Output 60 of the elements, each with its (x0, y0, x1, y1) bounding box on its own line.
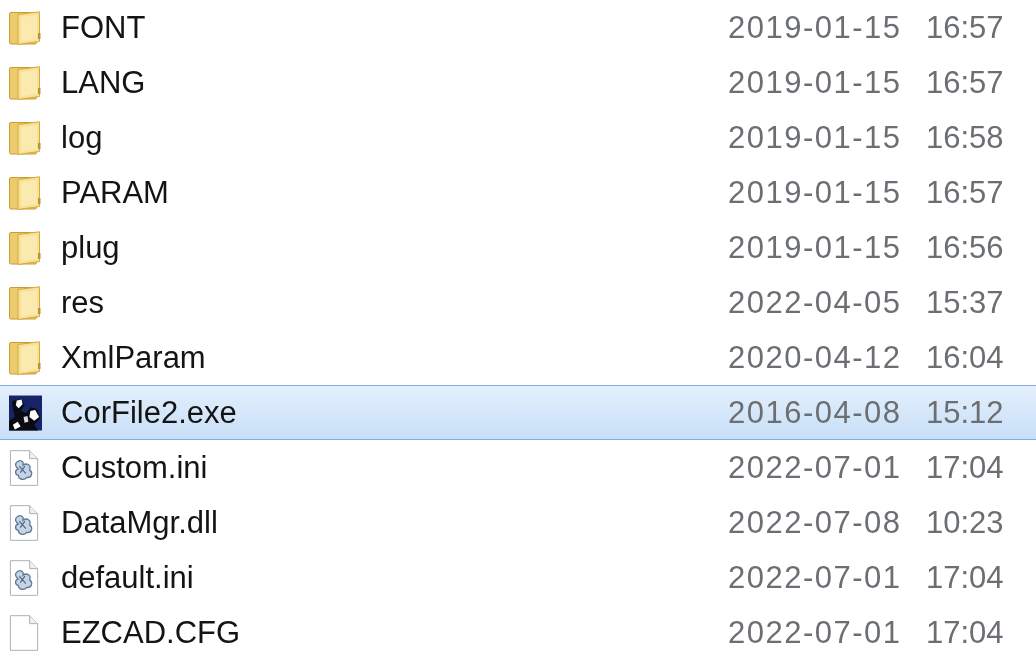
file-name: res (61, 284, 105, 321)
modified-date: 2022-07-08 (728, 504, 902, 541)
folder-icon (9, 10, 41, 45)
modified-time: 17:04 (926, 449, 1004, 486)
modified-date: 2016-04-08 (728, 394, 902, 431)
file-row[interactable]: FONT 2019-01-15 16:57 (0, 0, 1036, 55)
file-row[interactable]: XmlParam 2020-04-12 16:04 (0, 330, 1036, 385)
file-row[interactable]: EZCAD.CFG 2022-07-01 17:04 (0, 605, 1036, 660)
folder-icon (9, 120, 41, 155)
folder-icon (9, 175, 41, 210)
modified-date: 2019-01-15 (728, 229, 902, 266)
file-name: LANG (61, 64, 146, 101)
modified-date: 2019-01-15 (728, 174, 902, 211)
file-name: CorFile2.exe (61, 394, 237, 431)
modified-date: 2020-04-12 (728, 339, 902, 376)
folder-icon (9, 65, 41, 100)
folder-icon (9, 230, 41, 265)
file-name: PARAM (61, 174, 169, 211)
file-row[interactable]: LANG 2019-01-15 16:57 (0, 55, 1036, 110)
file-name: DataMgr.dll (61, 504, 218, 541)
modified-time: 16:57 (926, 9, 1004, 46)
folder-icon (9, 285, 41, 320)
folder-icon (9, 340, 41, 375)
file-name: FONT (61, 9, 146, 46)
document-emblem-icon (9, 448, 39, 487)
modified-time: 16:57 (926, 64, 1004, 101)
modified-time: 16:04 (926, 339, 1004, 376)
modified-time: 16:56 (926, 229, 1004, 266)
modified-date: 2022-07-01 (728, 559, 902, 596)
file-name: default.ini (61, 559, 194, 596)
modified-time: 17:04 (926, 614, 1004, 651)
file-row[interactable]: PARAM 2019-01-15 16:57 (0, 165, 1036, 220)
modified-date: 2022-07-01 (728, 614, 902, 651)
file-name: Custom.ini (61, 449, 208, 486)
file-row[interactable]: DataMgr.dll 2022-07-08 10:23 (0, 495, 1036, 550)
document-emblem-icon (9, 558, 39, 597)
file-name: log (61, 119, 103, 156)
modified-date: 2019-01-15 (728, 9, 902, 46)
modified-date: 2022-07-01 (728, 449, 902, 486)
document-emblem-icon (9, 503, 39, 542)
file-row[interactable]: res 2022-04-05 15:37 (0, 275, 1036, 330)
file-row[interactable]: default.ini 2022-07-01 17:04 (0, 550, 1036, 605)
modified-time: 16:57 (926, 174, 1004, 211)
file-row[interactable]: Custom.ini 2022-07-01 17:04 (0, 440, 1036, 495)
file-name: plug (61, 229, 120, 266)
blank-page-icon (9, 613, 39, 652)
modified-time: 10:23 (926, 504, 1004, 541)
file-row[interactable]: log 2019-01-15 16:58 (0, 110, 1036, 165)
modified-date: 2019-01-15 (728, 64, 902, 101)
modified-time: 17:04 (926, 559, 1004, 596)
program-icon (9, 394, 42, 431)
modified-time: 16:58 (926, 119, 1004, 156)
modified-date: 2019-01-15 (728, 119, 902, 156)
modified-time: 15:37 (926, 284, 1004, 321)
modified-date: 2022-04-05 (728, 284, 902, 321)
file-row[interactable]: plug 2019-01-15 16:56 (0, 220, 1036, 275)
file-name: XmlParam (61, 339, 206, 376)
file-name: EZCAD.CFG (61, 614, 241, 651)
modified-time: 15:12 (926, 394, 1004, 431)
file-row[interactable]: CorFile2.exe 2016-04-08 15:12 (0, 385, 1036, 440)
